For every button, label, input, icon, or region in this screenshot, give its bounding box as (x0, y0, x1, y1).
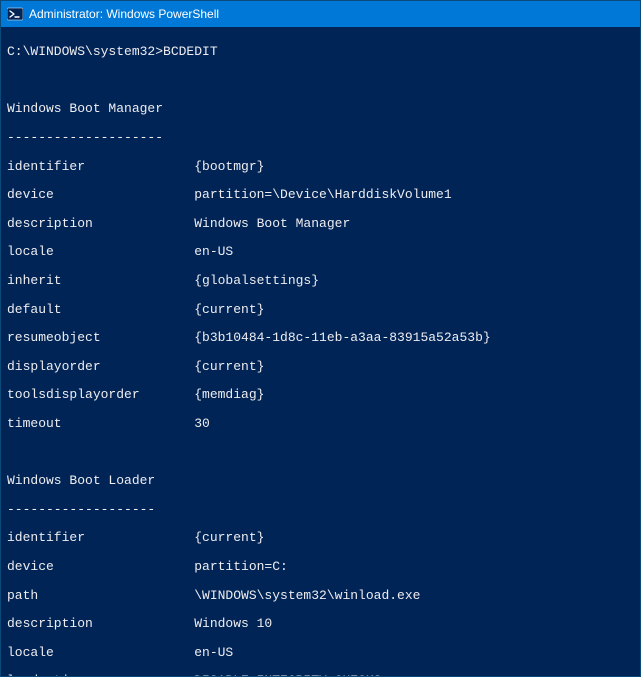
kv-row: localeen-US (7, 646, 634, 660)
kv-value: partition=C: (194, 560, 288, 574)
kv-value: {bootmgr} (194, 160, 264, 174)
kv-row: toolsdisplayorder{memdiag} (7, 388, 634, 402)
section-rule: -------------------- (7, 131, 634, 145)
prompt-command: BCDEDIT (163, 44, 218, 59)
kv-value: en-US (194, 245, 233, 259)
kv-row: loadoptionsDISABLE_INTEGRITY_CHECKS (7, 674, 634, 676)
kv-row: inherit{globalsettings} (7, 274, 634, 288)
kv-key: loadoptions (7, 674, 194, 676)
kv-row: identifier{bootmgr} (7, 160, 634, 174)
kv-value: Windows 10 (194, 617, 272, 631)
kv-row: displayorder{current} (7, 360, 634, 374)
kv-key: device (7, 188, 194, 202)
powershell-icon (7, 6, 23, 22)
window-title: Administrator: Windows PowerShell (29, 7, 219, 21)
kv-key: locale (7, 245, 194, 259)
terminal-output[interactable]: C:\WINDOWS\system32>BCDEDIT Windows Boot… (1, 27, 640, 676)
kv-row: devicepartition=C: (7, 560, 634, 574)
powershell-window: Administrator: Windows PowerShell C:\WIN… (0, 0, 641, 677)
titlebar[interactable]: Administrator: Windows PowerShell (1, 1, 640, 27)
kv-value: {current} (194, 531, 264, 545)
kv-value: DISABLE_INTEGRITY_CHECKS (194, 674, 381, 676)
kv-key: displayorder (7, 360, 194, 374)
kv-key: description (7, 617, 194, 631)
kv-value: {current} (194, 303, 264, 317)
kv-value: {current} (194, 360, 264, 374)
section-title-loader: Windows Boot Loader (7, 474, 634, 488)
kv-value: partition=\Device\HarddiskVolume1 (194, 188, 451, 202)
kv-key: path (7, 589, 194, 603)
kv-key: inherit (7, 274, 194, 288)
kv-key: identifier (7, 531, 194, 545)
kv-row: identifier{current} (7, 531, 634, 545)
kv-value: {memdiag} (194, 388, 264, 402)
kv-row: default{current} (7, 303, 634, 317)
kv-value: en-US (194, 646, 233, 660)
prompt-line: C:\WINDOWS\system32>BCDEDIT (7, 45, 634, 59)
kv-row: path\WINDOWS\system32\winload.exe (7, 589, 634, 603)
kv-row: devicepartition=\Device\HarddiskVolume1 (7, 188, 634, 202)
prompt-path: C:\WINDOWS\system32> (7, 44, 163, 59)
kv-row: timeout30 (7, 417, 634, 431)
kv-row: localeen-US (7, 245, 634, 259)
kv-value: {globalsettings} (194, 274, 319, 288)
section-title-bootmgr: Windows Boot Manager (7, 102, 634, 116)
kv-key: locale (7, 646, 194, 660)
kv-value: {b3b10484-1d8c-11eb-a3aa-83915a52a53b} (194, 331, 490, 345)
kv-key: device (7, 560, 194, 574)
kv-row: descriptionWindows Boot Manager (7, 217, 634, 231)
blank-line (7, 446, 634, 460)
kv-value: Windows Boot Manager (194, 217, 350, 231)
kv-value: 30 (194, 417, 210, 431)
kv-key: toolsdisplayorder (7, 388, 194, 402)
kv-key: timeout (7, 417, 194, 431)
kv-key: resumeobject (7, 331, 194, 345)
section-rule: ------------------- (7, 503, 634, 517)
kv-key: default (7, 303, 194, 317)
kv-key: description (7, 217, 194, 231)
kv-key: identifier (7, 160, 194, 174)
kv-row: descriptionWindows 10 (7, 617, 634, 631)
kv-row: resumeobject{b3b10484-1d8c-11eb-a3aa-839… (7, 331, 634, 345)
kv-value: \WINDOWS\system32\winload.exe (194, 589, 420, 603)
blank-line (7, 74, 634, 88)
